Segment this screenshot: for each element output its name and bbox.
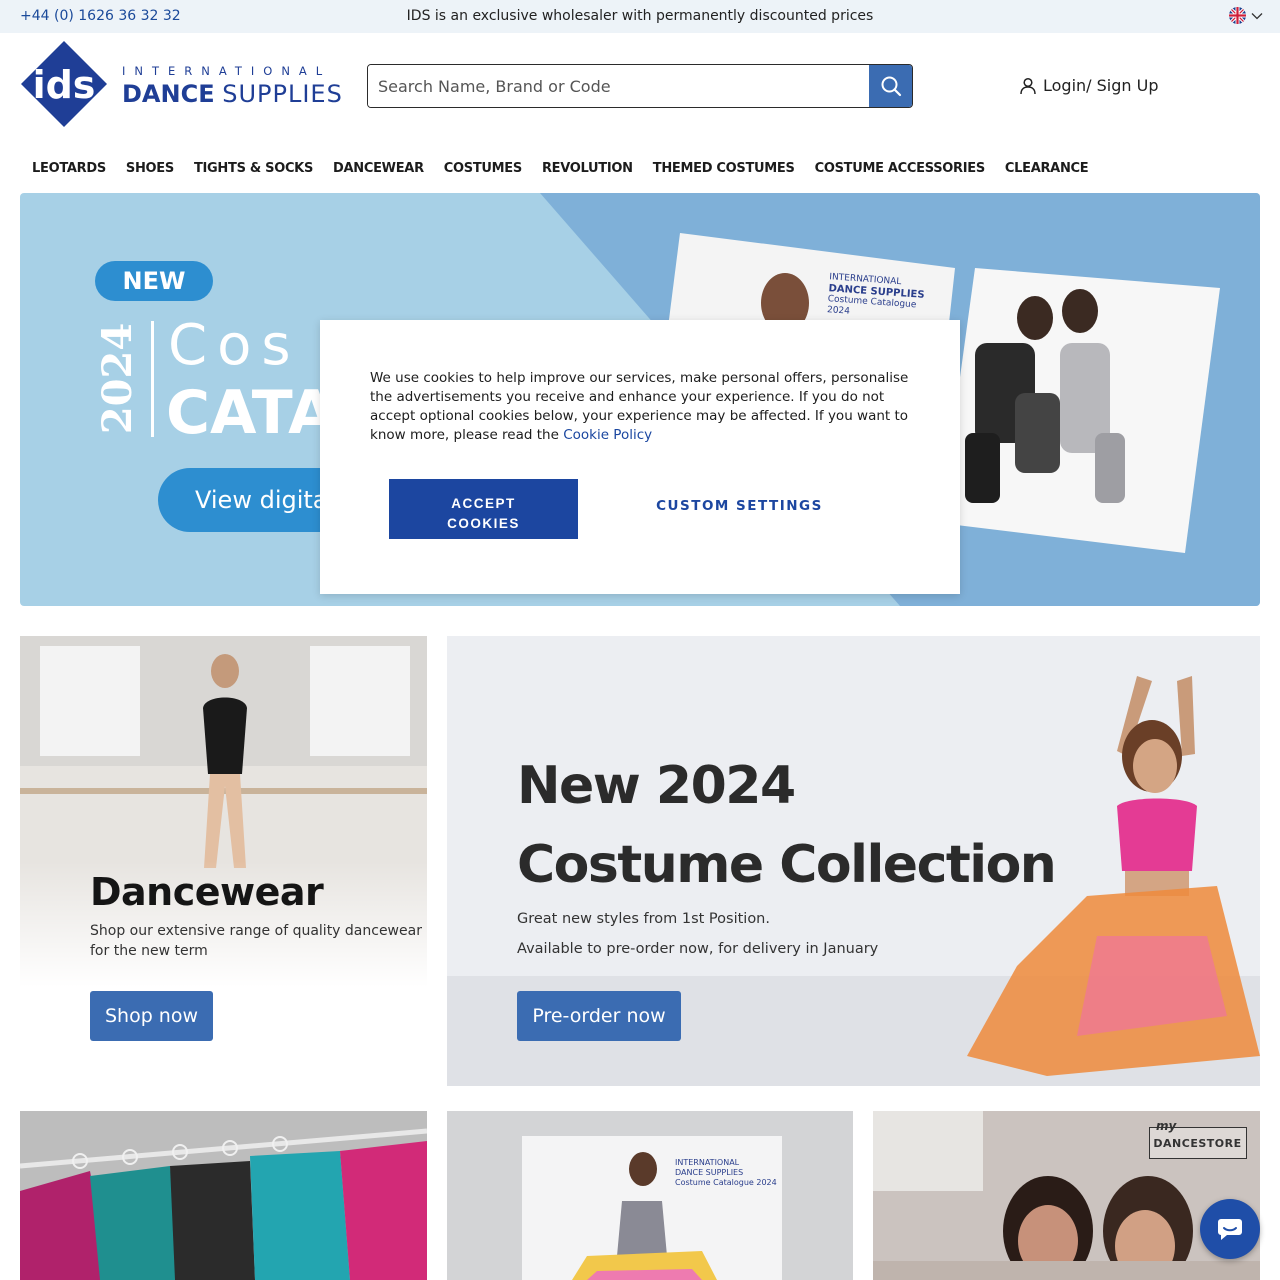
dancewear-photo <box>20 636 427 1086</box>
catalogue-card-logo-line3: Costume Catalogue 2024 <box>675 1178 777 1187</box>
costume-rack-photo <box>20 1111 427 1280</box>
catalogue-card-logo: INTERNATIONAL DANCE SUPPLIES Costume Cat… <box>675 1158 777 1188</box>
my-dancestore-logo-name: DANCESTORE <box>1153 1137 1242 1150</box>
promo-message: IDS is an exclusive wholesaler with perm… <box>406 8 874 24</box>
costume-catalogue-promo-card[interactable]: INTERNATIONAL DANCE SUPPLIES Costume Cat… <box>447 1111 853 1280</box>
logo-supplies: SUPPLIES <box>222 80 343 108</box>
language-selector[interactable] <box>1229 7 1263 24</box>
pre-order-now-button[interactable]: Pre-order now <box>517 991 681 1041</box>
dancewear-description: Shop our extensive range of quality danc… <box>90 923 422 959</box>
search-button[interactable] <box>869 65 912 107</box>
costume-subtitle-line2: Available to pre-order now, for delivery… <box>517 941 879 957</box>
cookie-policy-link[interactable]: Cookie Policy <box>563 427 652 443</box>
ids-logo-mark-icon: ids <box>21 41 107 127</box>
top-bar: +44 (0) 1626 36 32 32 IDS is an exclusiv… <box>0 0 1280 33</box>
nav-item-leotards[interactable]: LEOTARDS <box>22 160 116 178</box>
chevron-down-icon <box>1251 9 1263 23</box>
catalogue-cover-photo <box>447 1111 853 1280</box>
search-input[interactable] <box>368 65 870 107</box>
nav-item-shoes[interactable]: SHOES <box>116 160 184 178</box>
hero-title-line1: Cos <box>168 313 301 378</box>
costume-rack-promo-card[interactable] <box>20 1111 427 1280</box>
catalogue-card-logo-line1: INTERNATIONAL <box>675 1158 740 1167</box>
user-icon <box>1020 77 1036 94</box>
nav-item-costume-accessories[interactable]: COSTUME ACCESSORIES <box>805 160 995 178</box>
nav-item-costumes[interactable]: COSTUMES <box>434 160 532 178</box>
login-label: Login/ Sign Up <box>1043 76 1159 95</box>
logo-dance: DANCE <box>122 80 215 108</box>
logo-wordmark: INTERNATIONAL DANCE SUPPLIES <box>122 64 343 108</box>
chat-bubble-icon <box>1218 1219 1242 1240</box>
catalogue-card-logo-line2: DANCE SUPPLIES <box>675 1168 744 1177</box>
my-dancestore-logo-my: my <box>1156 1119 1177 1133</box>
logo-line-international: INTERNATIONAL <box>122 64 332 78</box>
nav-item-revolution[interactable]: REVOLUTION <box>532 160 643 178</box>
cookie-message: We use cookies to help improve our servi… <box>370 369 910 445</box>
main-navigation: LEOTARDS SHOES TIGHTS & SOCKS DANCEWEAR … <box>22 160 1098 178</box>
custom-settings-button[interactable]: CUSTOM SETTINGS <box>633 498 846 514</box>
catalogue-cover-logo: INTERNATIONAL DANCE SUPPLIES Costume Cat… <box>827 272 940 324</box>
hero-year-text: 2024 <box>94 322 142 434</box>
chat-widget-button[interactable] <box>1200 1199 1260 1259</box>
my-dancestore-promo-card[interactable]: my DANCESTORE <box>873 1111 1260 1280</box>
dancewear-promo-card[interactable]: Dancewear Shop our extensive range of qu… <box>20 636 427 1086</box>
accept-cookies-line2: COOKIES <box>447 515 520 531</box>
my-dancestore-logo: my DANCESTORE <box>1149 1119 1247 1159</box>
hero-title-line2: CATA <box>166 378 335 448</box>
logo-mark-text: ids <box>33 63 96 107</box>
login-signup-link[interactable]: Login/ Sign Up <box>1019 76 1159 95</box>
nav-item-clearance[interactable]: CLEARANCE <box>995 160 1098 178</box>
dancewear-title: Dancewear <box>90 870 324 914</box>
nav-item-tights-socks[interactable]: TIGHTS & SOCKS <box>184 160 323 178</box>
cookie-consent-dialog: We use cookies to help improve our servi… <box>320 320 960 594</box>
costume-title-line2: Costume Collection <box>517 835 1057 895</box>
site-logo[interactable]: ids INTERNATIONAL DANCE SUPPLIES <box>20 40 342 128</box>
search-bar <box>367 64 913 108</box>
nav-item-themed-costumes[interactable]: THEMED COSTUMES <box>643 160 805 178</box>
costume-subtitle-line1: Great new styles from 1st Position. <box>517 911 770 927</box>
uk-flag-icon <box>1229 7 1246 24</box>
nav-item-dancewear[interactable]: DANCEWEAR <box>323 160 434 178</box>
hero-divider <box>151 321 154 437</box>
costume-title-line1: New 2024 <box>517 756 796 816</box>
accept-cookies-line1: ACCEPT <box>451 495 516 511</box>
costume-collection-promo-card[interactable]: New 2024 Costume Collection Great new st… <box>447 636 1260 1086</box>
logo-line-dance-supplies: DANCE SUPPLIES <box>122 80 343 108</box>
accept-cookies-button[interactable]: ACCEPT COOKIES <box>389 479 578 539</box>
search-icon <box>881 76 901 97</box>
shop-now-button[interactable]: Shop now <box>90 991 213 1041</box>
new-badge: NEW <box>95 261 213 301</box>
